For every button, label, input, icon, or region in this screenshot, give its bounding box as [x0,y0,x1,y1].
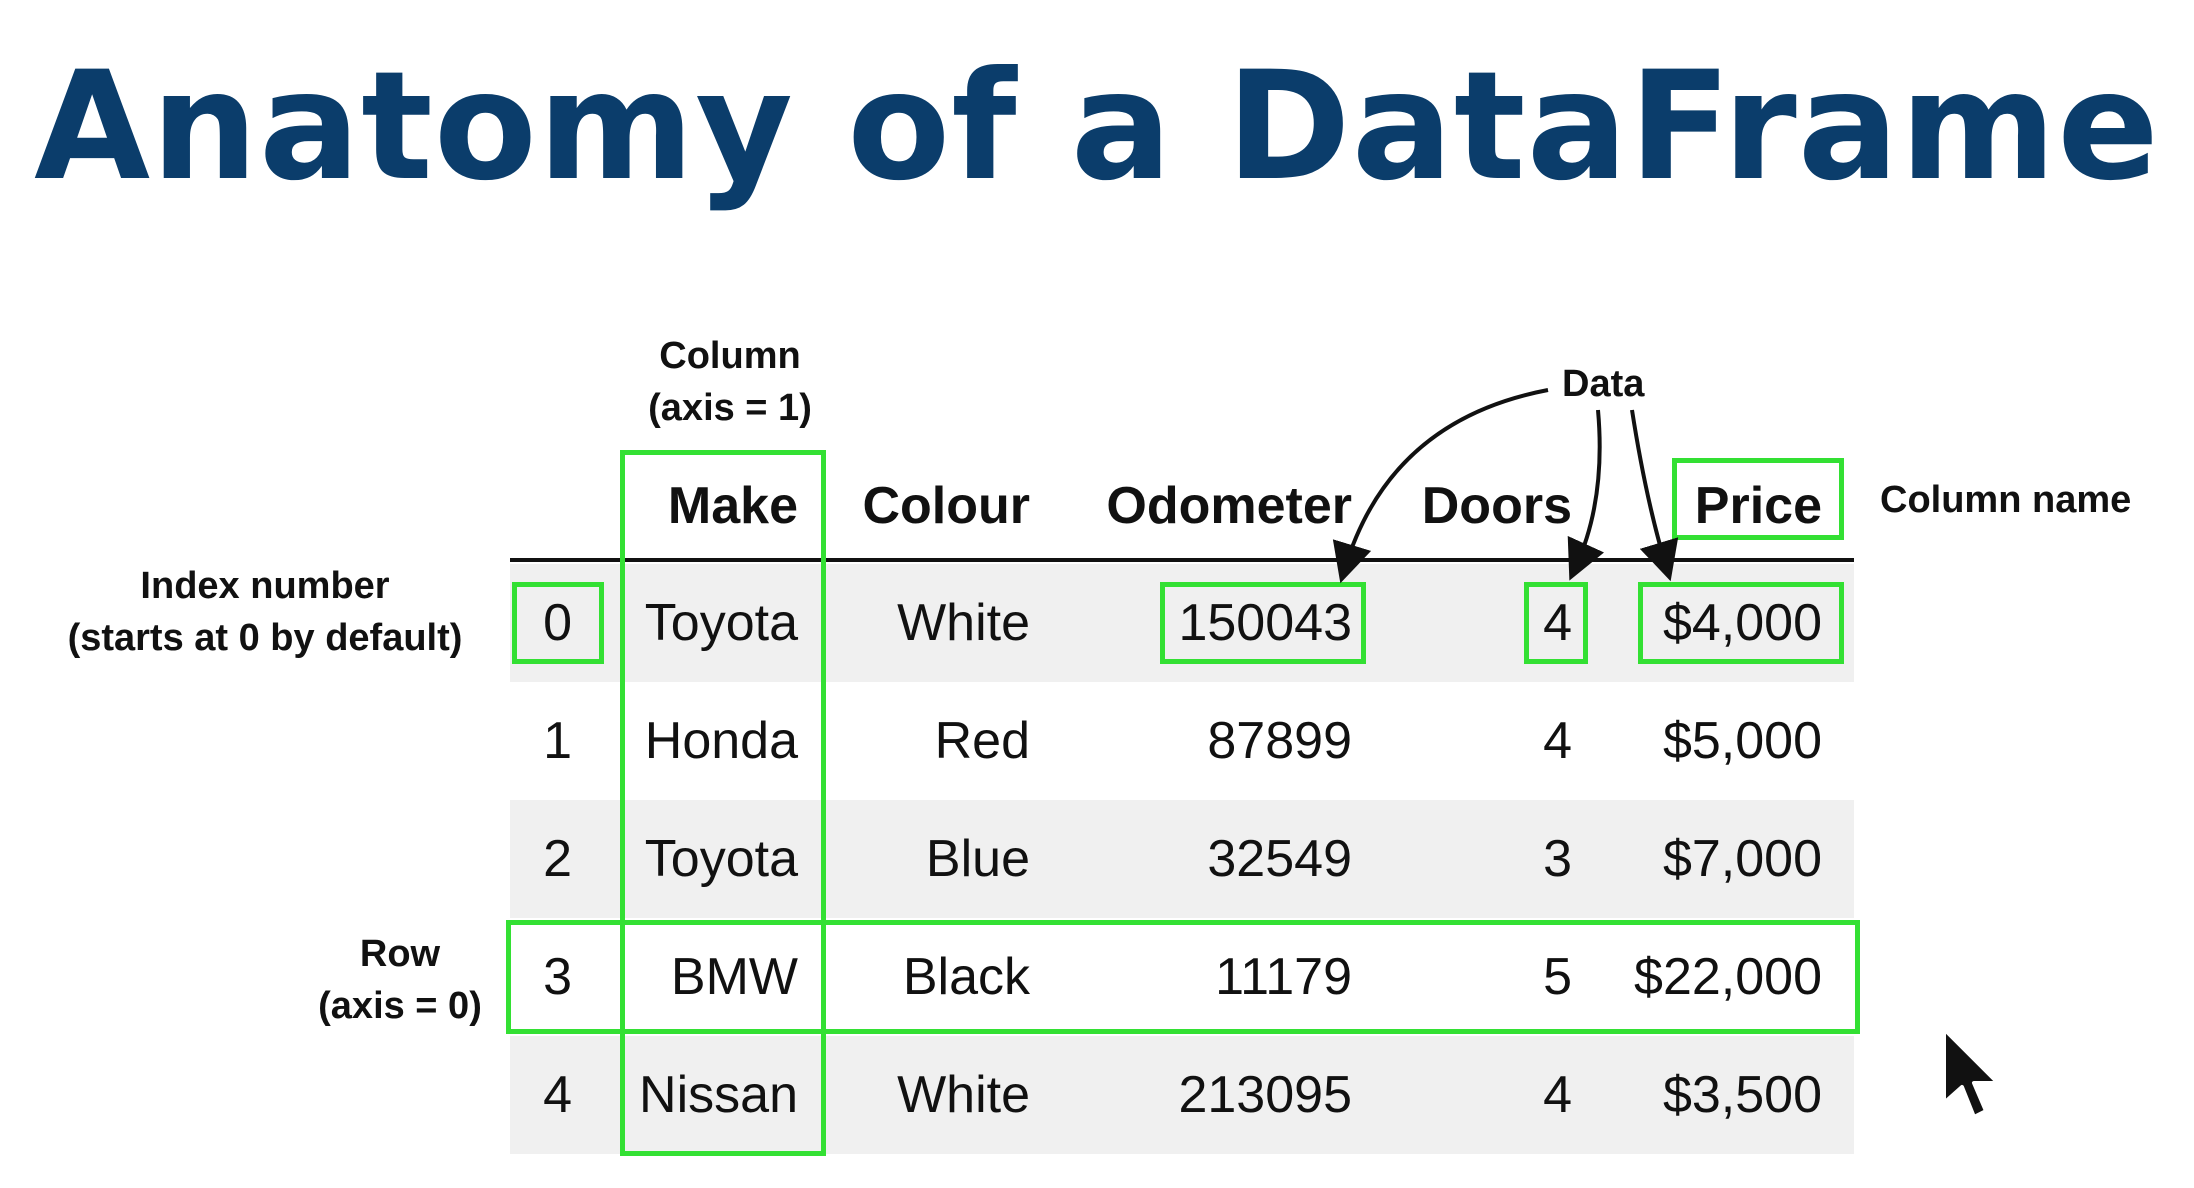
data-arrows [1332,388,1679,584]
mouse-pointer-icon [1942,1027,2000,1119]
arrow-to-price-icon [1630,409,1679,582]
arrow-to-odometer-icon [1332,388,1549,584]
arrow-to-doors-icon [1567,409,1605,581]
